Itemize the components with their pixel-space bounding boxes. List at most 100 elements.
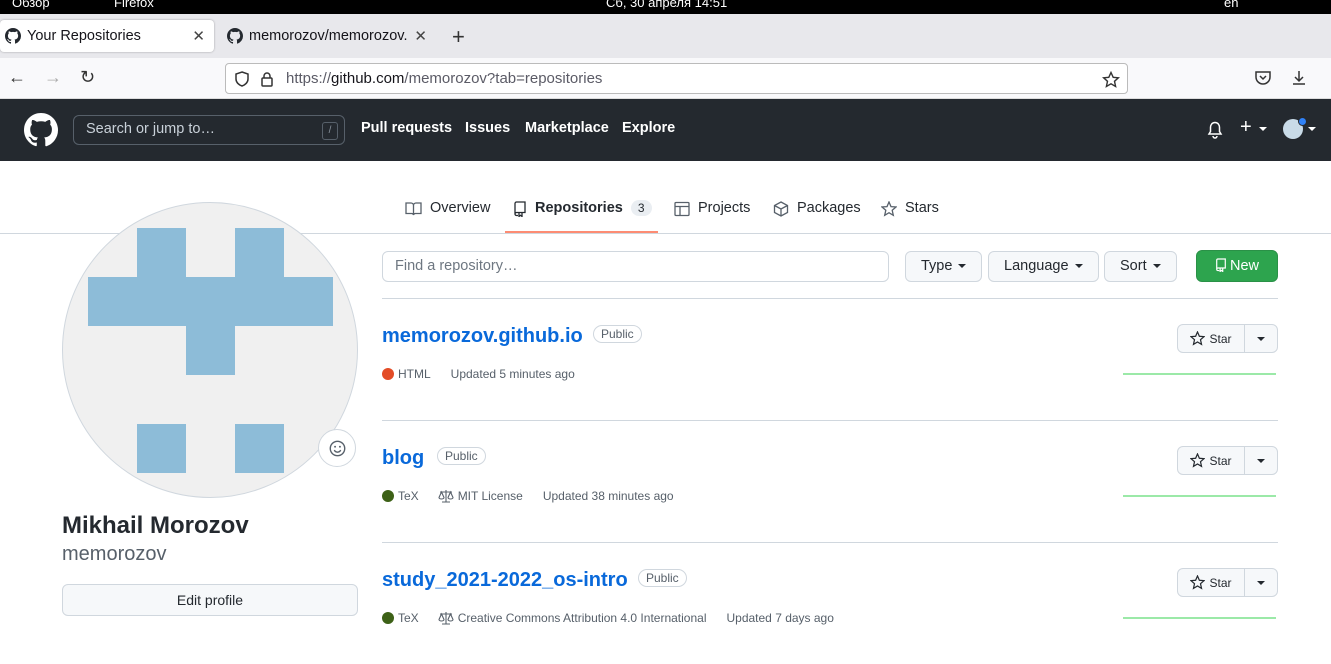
- star-button[interactable]: Star: [1178, 325, 1245, 352]
- type-filter-button[interactable]: Type: [905, 251, 983, 282]
- list-dropdown-caret-icon[interactable]: [1257, 337, 1265, 341]
- nav-explore[interactable]: Explore: [622, 120, 675, 136]
- star-icon: [1190, 331, 1206, 346]
- identicon-block: [235, 228, 284, 277]
- star-icon: [1190, 575, 1206, 590]
- create-new-plus-icon[interactable]: +: [1240, 116, 1252, 139]
- tab-packages[interactable]: Packages: [773, 182, 861, 233]
- table-icon: [674, 201, 690, 217]
- repository-name-link[interactable]: blog: [382, 447, 424, 470]
- create-menu-caret-icon[interactable]: [1259, 127, 1267, 131]
- profile-avatar[interactable]: [62, 202, 358, 498]
- repo-icon: [514, 201, 526, 217]
- find-repository-input[interactable]: Find a repository…: [382, 251, 889, 282]
- star-button-group[interactable]: Star: [1177, 568, 1278, 597]
- tab-label: Repositories: [535, 200, 623, 216]
- github-favicon-icon: [227, 28, 243, 44]
- chevron-down-icon: [1074, 264, 1083, 269]
- visibility-badge: Public: [593, 325, 642, 343]
- star-button-group[interactable]: Star: [1177, 324, 1278, 353]
- identicon-block: [88, 277, 333, 326]
- repository-meta: TeX MIT License Updated 38 minutes ago: [382, 489, 674, 503]
- language-filter-button[interactable]: Language: [988, 251, 1099, 282]
- pocket-icon[interactable]: [1254, 69, 1272, 87]
- repository-updated: Updated 7 days ago: [726, 611, 834, 625]
- star-button-group[interactable]: Star: [1177, 446, 1278, 475]
- identicon-block: [186, 326, 235, 375]
- list-dropdown-caret-icon[interactable]: [1257, 459, 1265, 463]
- back-arrow-icon[interactable]: ←: [8, 67, 26, 88]
- repository-updated: Updated 38 minutes ago: [542, 489, 674, 503]
- edit-profile-button[interactable]: Edit profile: [62, 584, 358, 616]
- github-logo-icon[interactable]: [24, 113, 58, 147]
- repository-list-item: memorozov.github.io Public HTML Updated …: [382, 298, 1278, 420]
- activities-label[interactable]: Обзор: [12, 0, 50, 10]
- repository-list-item: study_2021-2022_os-intro Public TeX Crea…: [382, 542, 1278, 664]
- language-color-dot: [382, 368, 394, 380]
- repo-icon: [1216, 258, 1226, 273]
- clock[interactable]: Сб, 30 апреля 14:51: [606, 0, 727, 10]
- forward-arrow-icon[interactable]: →: [44, 67, 62, 88]
- browser-tab-memorozov[interactable]: memorozov/memorozov. ✕: [222, 20, 436, 52]
- profile-full-name: Mikhail Morozov: [62, 512, 249, 539]
- star-label: Star: [1209, 453, 1232, 468]
- activity-sparkline: [1123, 373, 1276, 375]
- tab-title: memorozov/memorozov.: [249, 28, 408, 44]
- repository-meta: TeX Creative Commons Attribution 4.0 Int…: [382, 611, 834, 625]
- repository-name-link[interactable]: memorozov.github.io: [382, 325, 583, 348]
- star-label: Star: [1209, 331, 1232, 346]
- law-scale-icon: [438, 612, 454, 625]
- identicon-block: [137, 228, 186, 277]
- sort-label: Sort: [1120, 258, 1147, 274]
- star-button[interactable]: Star: [1178, 447, 1245, 474]
- chevron-down-icon: [1152, 264, 1161, 269]
- github-favicon-icon: [5, 28, 21, 44]
- star-icon: [1190, 453, 1206, 468]
- downloads-icon[interactable]: [1290, 69, 1308, 87]
- nav-issues[interactable]: Issues: [465, 120, 510, 136]
- find-placeholder: Find a repository…: [395, 258, 518, 274]
- sort-filter-button[interactable]: Sort: [1104, 251, 1177, 282]
- repository-license[interactable]: MIT License: [458, 489, 523, 503]
- set-status-button[interactable]: [318, 429, 356, 467]
- language-label: Language: [1004, 258, 1069, 274]
- repositories-count-badge: 3: [630, 200, 652, 216]
- lock-icon[interactable]: [260, 71, 274, 87]
- tab-overview[interactable]: Overview: [405, 182, 490, 233]
- repository-license[interactable]: Creative Commons Attribution 4.0 Interna…: [458, 611, 707, 625]
- new-tab-plus-icon[interactable]: +: [452, 24, 465, 50]
- identicon-block: [235, 424, 284, 473]
- user-menu-caret-icon[interactable]: [1308, 127, 1316, 131]
- reload-icon[interactable]: ↻: [80, 67, 95, 88]
- browser-navbar: ← → ↻ https://github.com/memorozov?tab=r…: [0, 58, 1331, 99]
- notification-bell-icon[interactable]: [1207, 121, 1223, 139]
- github-header: Search or jump to… / Pull requests Issue…: [0, 99, 1331, 161]
- package-icon: [773, 201, 789, 217]
- repository-name-link[interactable]: study_2021-2022_os-intro: [382, 569, 628, 592]
- tab-label: Projects: [698, 200, 751, 216]
- app-label[interactable]: Firefox: [114, 0, 154, 10]
- nav-pull-requests[interactable]: Pull requests: [361, 120, 452, 136]
- star-button[interactable]: Star: [1178, 569, 1245, 596]
- close-tab-icon[interactable]: ✕: [192, 27, 205, 45]
- tab-projects[interactable]: Projects: [674, 182, 750, 233]
- language-color-dot: [382, 612, 394, 624]
- list-dropdown-caret-icon[interactable]: [1257, 581, 1265, 585]
- nav-marketplace[interactable]: Marketplace: [525, 120, 609, 136]
- close-tab-icon[interactable]: ✕: [414, 27, 427, 45]
- tab-repositories[interactable]: Repositories 3: [505, 182, 658, 233]
- bookmark-star-icon[interactable]: [1102, 71, 1120, 89]
- keyboard-layout[interactable]: en: [1224, 0, 1238, 10]
- tab-label: Stars: [905, 200, 939, 216]
- shield-icon[interactable]: [234, 71, 250, 87]
- search-shortcut-key: /: [322, 122, 338, 140]
- star-label: Star: [1209, 575, 1232, 590]
- tab-stars[interactable]: Stars: [881, 182, 939, 233]
- browser-tab-your-repositories[interactable]: Your Repositories ✕: [0, 20, 214, 52]
- github-search-input[interactable]: Search or jump to… /: [73, 115, 345, 145]
- language-color-dot: [382, 490, 394, 502]
- new-label: New: [1229, 258, 1259, 274]
- repository-language: TeX: [398, 489, 419, 503]
- url-bar[interactable]: https://github.com/memorozov?tab=reposit…: [225, 63, 1128, 94]
- new-repository-button[interactable]: New: [1196, 250, 1278, 282]
